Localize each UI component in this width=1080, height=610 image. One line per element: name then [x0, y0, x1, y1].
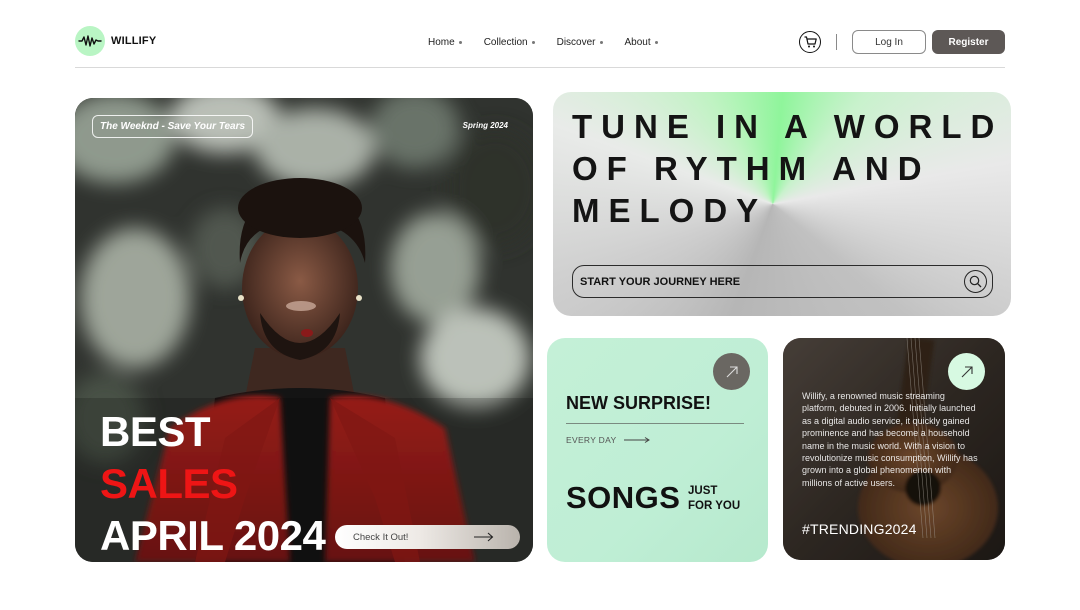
nav-collection[interactable]: Collection	[484, 37, 535, 48]
arrow-up-right-icon	[726, 365, 738, 377]
nav-collection-label: Collection	[483, 37, 528, 48]
nav-about-label: About	[624, 37, 651, 48]
hero-title: BEST SALES APRIL 2024	[100, 406, 326, 562]
arrow-right-icon	[624, 437, 651, 443]
trending-description: Willify, a renowned music streaming plat…	[802, 391, 978, 488]
tune-in-card: TUNE IN A WORLD OF RYTHM AND MELODY STAR…	[553, 92, 1011, 316]
dot-icon	[531, 41, 535, 44]
soundwave-icon	[75, 26, 105, 56]
hero-title-line-3: APRIL 2024	[100, 512, 326, 559]
surprise-for-you: JUST FOR YOU	[688, 484, 740, 514]
nav-discover-label: Discover	[556, 37, 596, 48]
surprise-for-you-line-1: JUST	[688, 485, 718, 497]
hero-card[interactable]: The Weeknd - Save Your Tears Spring 2024…	[75, 98, 533, 562]
surprise-divider	[566, 423, 744, 424]
surprise-open-button[interactable]	[713, 353, 750, 390]
header: WILLIFY Home Collection Discover About L…	[75, 24, 1005, 68]
dot-icon	[654, 41, 658, 44]
arrow-up-right-icon	[961, 365, 973, 377]
surprise-title: NEW SURPRISE!	[566, 393, 712, 413]
tune-title: TUNE IN A WORLD OF RYTHM AND MELODY	[572, 106, 1003, 232]
nav-home-label: Home	[428, 37, 455, 48]
nav-discover[interactable]: Discover	[557, 37, 603, 48]
tune-title-line-2: OF RYTHM AND	[572, 150, 931, 187]
hero-title-line-2: SALES	[100, 460, 238, 507]
surprise-subtitle: EVERY DAY	[566, 435, 651, 445]
journey-search-input[interactable]: START YOUR JOURNEY HERE	[572, 265, 993, 298]
surprise-songs: SONGS	[566, 480, 681, 515]
search-button[interactable]	[964, 270, 987, 293]
arrow-right-icon	[474, 532, 494, 542]
hero-song-tag[interactable]: The Weeknd - Save Your Tears	[92, 115, 254, 138]
trending-hashtag[interactable]: #TRENDING2024	[802, 521, 917, 537]
trending-open-button[interactable]	[948, 353, 985, 390]
brand-name: WILLIFY	[111, 35, 157, 47]
dot-icon	[458, 41, 462, 44]
surprise-for-you-line-2: FOR YOU	[688, 500, 741, 512]
tune-title-line-3: MELODY	[572, 192, 768, 229]
journey-search-placeholder: START YOUR JOURNEY HERE	[580, 275, 741, 288]
check-it-out-label: Check It Out!	[353, 531, 409, 543]
nav-about[interactable]: About	[625, 37, 658, 48]
nav-home[interactable]: Home	[428, 37, 462, 48]
cart-icon	[804, 36, 817, 48]
login-button[interactable]: Log In	[852, 30, 926, 54]
surprise-subtitle-text: EVERY DAY	[566, 435, 617, 445]
search-icon	[969, 275, 982, 288]
brand-logo[interactable]: WILLIFY	[75, 26, 156, 56]
trending-card[interactable]: Willify, a renowned music streaming plat…	[783, 338, 1005, 560]
hero-title-line-1: BEST	[100, 408, 211, 455]
new-surprise-card[interactable]: NEW SURPRISE! EVERY DAY SONGS JUST FOR Y…	[547, 338, 768, 562]
dot-icon	[599, 41, 603, 44]
hero-season-label: Spring 2024	[462, 121, 508, 130]
header-divider	[836, 34, 837, 50]
cart-button[interactable]	[799, 31, 821, 53]
tune-title-line-1: TUNE IN A WORLD	[572, 108, 1004, 145]
check-it-out-button[interactable]: Check It Out!	[335, 525, 520, 549]
main-nav: Home Collection Discover About	[428, 37, 658, 48]
register-button[interactable]: Register	[932, 30, 1005, 54]
